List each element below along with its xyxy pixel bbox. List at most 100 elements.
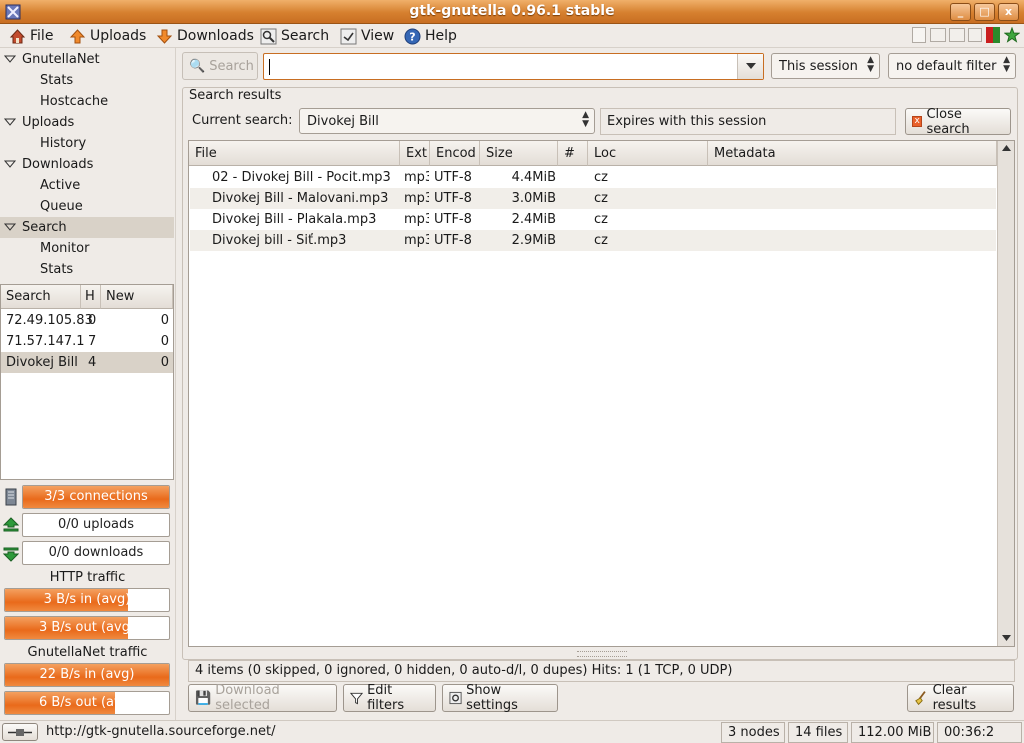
nav-active[interactable]: Active: [0, 175, 174, 196]
menu-downloads[interactable]: Downloads: [156, 27, 254, 45]
results-summary: 4 items (0 skipped, 0 ignored, 0 hidden,…: [188, 660, 1015, 682]
column-header-loc[interactable]: Loc: [588, 141, 708, 166]
column-header-search[interactable]: Search: [1, 285, 81, 309]
resize-grip[interactable]: [577, 651, 627, 657]
bandwidth-icon: [968, 28, 982, 42]
disk-icon: [912, 27, 926, 43]
edit-filters-button[interactable]: Edit filters: [343, 683, 436, 713]
status-nodes: 3 nodes: [721, 722, 785, 743]
http-out-meter: 3 B/s out (avg): [4, 616, 170, 640]
nav-hostcache[interactable]: Hostcache: [0, 91, 174, 112]
close-search-button[interactable]: x Close search: [905, 107, 1011, 137]
nav-queue[interactable]: Queue: [0, 196, 174, 217]
downloads-meter: 0/0 downloads: [22, 541, 170, 565]
scroll-up-icon[interactable]: [1002, 145, 1011, 152]
vertical-scrollbar[interactable]: [997, 141, 1014, 646]
nav-search-stats[interactable]: Stats: [0, 259, 174, 280]
menu-view[interactable]: View: [340, 27, 394, 45]
menu-search[interactable]: Search: [260, 27, 329, 45]
column-header-count[interactable]: #: [558, 141, 588, 166]
download-icon: 💾: [195, 690, 212, 706]
expander-down-icon[interactable]: [4, 53, 16, 65]
search-input-combo[interactable]: [263, 53, 764, 80]
chevron-down-icon: [746, 63, 756, 69]
navigation-tree: GnutellaNet Stats Hostcache Uploads Hist…: [0, 48, 175, 281]
nav-history[interactable]: History: [0, 133, 174, 154]
menu-bar: File Uploads Downloads Search View ? Hel…: [0, 24, 1024, 48]
filter-select[interactable]: no default filter ▲ ▼: [888, 53, 1016, 79]
column-header-encoding[interactable]: Encod: [430, 141, 480, 166]
pane-splitter[interactable]: [175, 48, 180, 720]
menu-uploads[interactable]: Uploads: [69, 27, 146, 45]
close-icon: x: [912, 116, 923, 127]
minimize-button[interactable]: _: [950, 3, 971, 21]
column-header-size[interactable]: Size: [480, 141, 558, 166]
status-size: 112.00 MiB: [851, 722, 934, 743]
table-row[interactable]: 02 - Divokej Bill - Pocit.mp3 mp3 UTF-8 …: [190, 167, 996, 188]
nav-gnutellanet-stats[interactable]: Stats: [0, 70, 174, 91]
table-row[interactable]: Divokej Bill - Plakala.mp3 mp3 UTF-8 2.4…: [190, 209, 996, 230]
clear-results-button[interactable]: Clear results: [907, 683, 1014, 713]
current-search-select[interactable]: Divokej Bill ▲ ▼: [299, 108, 595, 134]
expander-down-icon[interactable]: [4, 158, 16, 170]
connections-meter: 3/3 connections: [22, 485, 170, 509]
http-traffic-caption: HTTP traffic: [49, 570, 126, 585]
updown-icon: ▲ ▼: [867, 55, 874, 74]
list-item[interactable]: Divokej Bill 4 0: [1, 352, 173, 373]
menu-file[interactable]: File: [9, 27, 53, 45]
nav-gnutellanet[interactable]: GnutellaNet: [0, 49, 174, 70]
uploads-meter: 0/0 uploads: [22, 513, 170, 537]
list-item[interactable]: 72.49.105.83 0 0: [1, 310, 173, 331]
menu-help[interactable]: ? Help: [404, 27, 457, 45]
status-url: http://gtk-gnutella.sourceforge.net/: [46, 724, 276, 739]
downloads-icon: [3, 547, 19, 562]
table-row[interactable]: Divokej Bill - Malovani.mp3 mp3 UTF-8 3.…: [190, 188, 996, 209]
nav-uploads[interactable]: Uploads: [0, 112, 174, 133]
settings-icon: [449, 691, 462, 705]
updown-icon: ▲ ▼: [582, 110, 589, 129]
search-history-dropdown[interactable]: [737, 54, 763, 79]
gnet-out-meter: 6 B/s out (avg): [4, 691, 170, 715]
column-header-new[interactable]: New: [101, 285, 173, 309]
table-row[interactable]: Divokej bill - Siť.mp3 mp3 UTF-8 2.9MiB …: [190, 230, 996, 251]
http-in-meter: 3 B/s in (avg): [4, 588, 170, 612]
home-icon: [9, 28, 26, 43]
searches-list[interactable]: Search H New 72.49.105.83 0 0 71.57.147.…: [0, 284, 174, 480]
search-button[interactable]: 🔍 Search: [182, 52, 258, 80]
scroll-down-icon[interactable]: [1002, 635, 1011, 642]
expander-down-icon[interactable]: [4, 221, 16, 233]
view-icon: [340, 28, 357, 44]
title-bar: gtk-gnutella 0.96.1 stable _ □ x: [0, 0, 1024, 24]
current-search-label: Current search:: [192, 113, 293, 128]
arrow-up-icon: [69, 28, 86, 43]
maximize-button[interactable]: □: [974, 3, 995, 21]
list-item[interactable]: 71.57.147.1 7 0: [1, 331, 173, 352]
search-results-title: Search results: [187, 88, 284, 103]
search-results-table[interactable]: File Ext Encod Size # Loc Metadata 02 - …: [188, 140, 1015, 647]
download-selected-button[interactable]: 💾 Download selected: [188, 683, 337, 713]
expander-down-icon[interactable]: [4, 116, 16, 128]
gnet-in-meter: 22 B/s in (avg): [4, 663, 170, 687]
nav-search[interactable]: Search: [0, 217, 174, 238]
nav-downloads[interactable]: Downloads: [0, 154, 174, 175]
svg-text:?: ?: [409, 30, 415, 43]
broom-icon: [915, 691, 926, 706]
column-header-hits[interactable]: H: [81, 285, 101, 309]
column-header-metadata[interactable]: Metadata: [708, 141, 997, 166]
firewall-udp-icon: [949, 28, 965, 42]
nav-monitor[interactable]: Monitor: [0, 238, 174, 259]
window-title: gtk-gnutella 0.96.1 stable: [409, 3, 615, 19]
uploads-icon: [3, 517, 19, 532]
gnutellanet-traffic-caption: GnutellaNet traffic: [27, 645, 148, 660]
help-icon: ?: [404, 28, 421, 44]
connection-toggle-button[interactable]: [2, 723, 38, 741]
text-cursor: [269, 59, 270, 75]
funnel-icon: [350, 692, 364, 705]
column-header-file[interactable]: File: [189, 141, 400, 166]
close-window-button[interactable]: x: [998, 3, 1019, 21]
column-header-ext[interactable]: Ext: [400, 141, 430, 166]
magnifier-icon: [260, 28, 277, 44]
session-select[interactable]: This session ▲ ▼: [771, 53, 880, 79]
show-settings-button[interactable]: Show settings: [442, 683, 558, 713]
status-bar: http://gtk-gnutella.sourceforge.net/ 3 n…: [0, 720, 1024, 743]
